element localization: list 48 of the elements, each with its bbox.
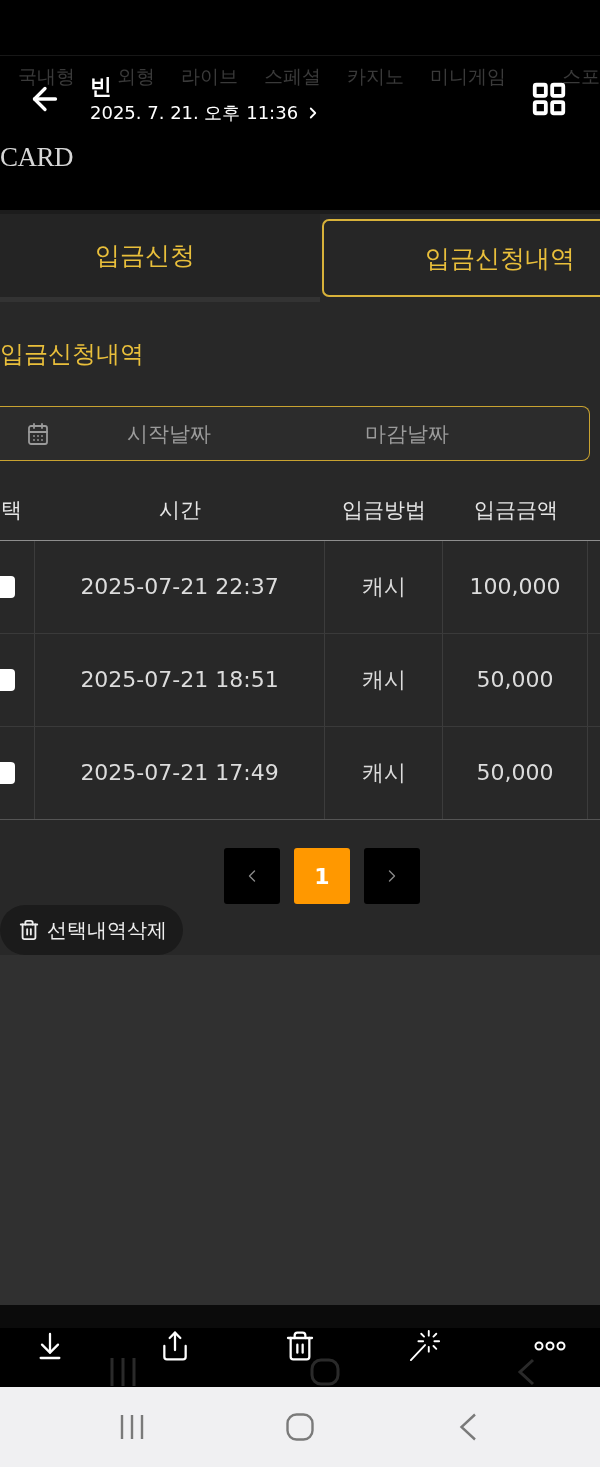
trash-icon xyxy=(284,1329,316,1363)
more-icon xyxy=(534,1341,566,1351)
table-cell: 50,000 xyxy=(476,666,554,695)
logo: CARD xyxy=(0,142,73,172)
site-nav-item[interactable]: 미니게임 xyxy=(430,63,506,89)
image-date-link[interactable]: 2025. 7. 21. 오후 11:36 xyxy=(90,101,323,125)
table-cell: 캐시 xyxy=(361,759,406,788)
start-date-field[interactable]: 시작날짜 xyxy=(50,413,288,454)
faint-back-icon xyxy=(516,1358,536,1386)
home-icon xyxy=(286,1413,314,1441)
table-cell: 50,000 xyxy=(476,759,554,788)
site-nav-item[interactable]: 외형 xyxy=(117,63,155,89)
page-button[interactable]: 1 xyxy=(294,848,350,905)
column-header: 입금금액 xyxy=(473,497,558,523)
table-cell: 2025-07-21 17:49 xyxy=(80,759,279,788)
back-icon xyxy=(459,1413,477,1441)
date-range-field[interactable]: 시작날짜 마감날짜 xyxy=(0,406,590,462)
column-header: 입금방법 xyxy=(342,497,426,523)
tab[interactable]: 입금신청 xyxy=(0,214,320,302)
magic-wand-button[interactable] xyxy=(409,1328,441,1364)
trash-icon xyxy=(18,919,40,942)
image-title: 빈 xyxy=(90,73,112,101)
table-cell: 캐시 xyxy=(361,666,406,695)
end-date-field[interactable]: 마감날짜 xyxy=(288,413,526,454)
recents-icon xyxy=(119,1414,145,1440)
row-checkbox[interactable] xyxy=(0,762,15,785)
site-nav-item[interactable]: 스포 xyxy=(562,63,600,89)
magic-wand-icon xyxy=(409,1329,441,1363)
tab[interactable]: 입금신청내역 xyxy=(322,219,600,297)
faint-recents-icon xyxy=(108,1358,138,1386)
column-header: 택 xyxy=(1,497,22,523)
table-cell: 캐시 xyxy=(361,573,406,602)
row-checkbox[interactable] xyxy=(0,669,15,692)
section-title: 입금신청내역 xyxy=(0,339,144,370)
home-button[interactable] xyxy=(286,1412,314,1442)
site-nav-item[interactable]: 국내형 xyxy=(18,63,75,89)
site-nav-item[interactable]: 라이브 xyxy=(181,63,238,89)
site-nav-item[interactable]: 스페셜 xyxy=(264,63,321,89)
delete-selected-button[interactable]: 선택내역삭제 xyxy=(0,905,183,955)
recents-button[interactable] xyxy=(118,1412,146,1442)
calendar-icon xyxy=(26,421,50,446)
table-cell: 100,000 xyxy=(469,573,561,602)
site-nav-item[interactable]: 카지노 xyxy=(347,63,404,89)
row-checkbox[interactable] xyxy=(0,576,15,599)
table-cell: 2025-07-21 22:37 xyxy=(80,573,279,602)
faint-home-icon xyxy=(310,1358,340,1386)
column-header: 시간 xyxy=(159,497,201,523)
table-cell: 2025-07-21 18:51 xyxy=(80,666,279,695)
